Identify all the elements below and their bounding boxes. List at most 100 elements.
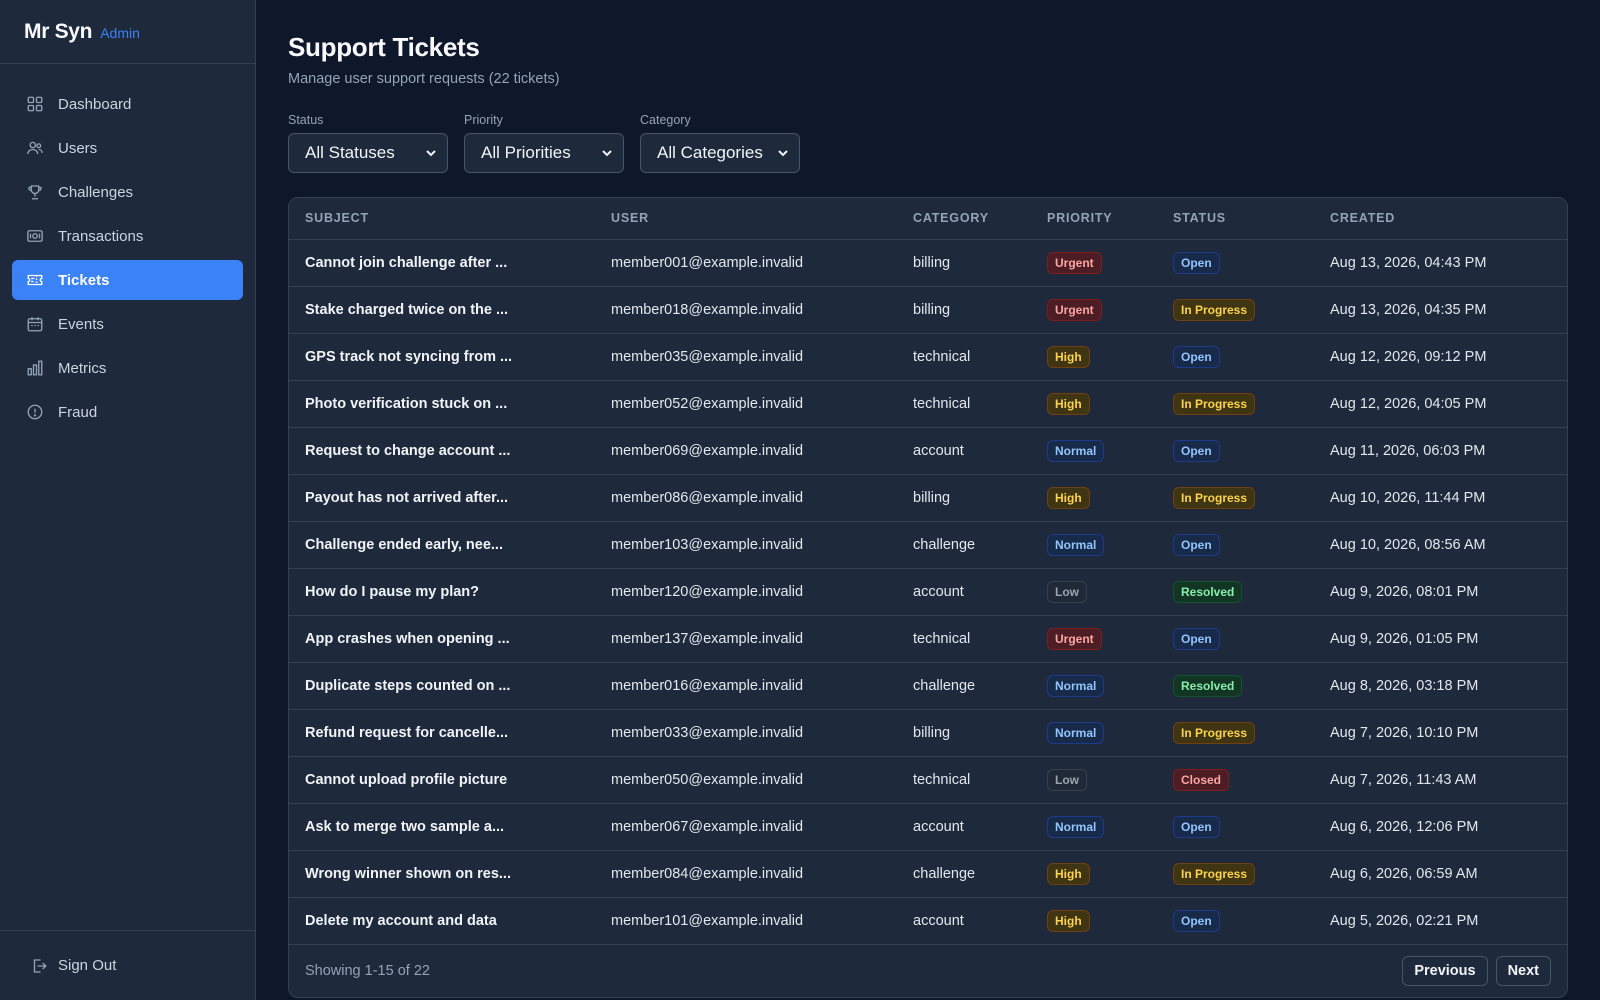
sidebar-item-challenges[interactable]: Challenges xyxy=(12,172,243,212)
priority-badge: High xyxy=(1047,392,1090,415)
ticket-subject: Payout has not arrived after... xyxy=(289,474,595,522)
column-header-status: STATUS xyxy=(1157,198,1314,240)
priority-badge: High xyxy=(1047,345,1090,368)
status-badge: In Progress xyxy=(1173,392,1256,415)
table-row[interactable]: Cannot join challenge after ... member001… xyxy=(289,239,1567,287)
ticket-created: Aug 7, 2026, 10:10 PM xyxy=(1314,709,1567,757)
alert-circle-icon xyxy=(27,404,43,420)
sidebar-item-tickets[interactable]: Tickets xyxy=(12,260,243,300)
table-row[interactable]: App crashes when opening ... member137@ex… xyxy=(289,615,1567,663)
ticket-user: member050@example.invalid xyxy=(595,756,897,804)
sidebar-item-events[interactable]: Events xyxy=(12,304,243,344)
ticket-status-cell: In Progress xyxy=(1157,474,1314,522)
ticket-category: billing xyxy=(897,239,1031,287)
ticket-priority-cell: High xyxy=(1031,380,1157,428)
table-row[interactable]: Stake charged twice on the ... member018@… xyxy=(289,286,1567,334)
priority-badge: Urgent xyxy=(1047,298,1102,321)
table-row[interactable]: Challenge ended early, nee... member103@e… xyxy=(289,521,1567,569)
chevron-down-icon xyxy=(426,150,436,157)
ticket-status-cell: Open xyxy=(1157,239,1314,287)
ticket-created: Aug 8, 2026, 03:18 PM xyxy=(1314,662,1567,710)
sidebar-item-label: Dashboard xyxy=(58,95,132,113)
ticket-category: billing xyxy=(897,474,1031,522)
page-title: Support Tickets xyxy=(288,32,480,62)
ticket-created: Aug 12, 2026, 09:12 PM xyxy=(1314,333,1567,381)
column-header-priority: PRIORITY xyxy=(1031,198,1157,240)
ticket-created: Aug 6, 2026, 12:06 PM xyxy=(1314,803,1567,851)
ticket-category: billing xyxy=(897,286,1031,334)
sidebar-item-transactions[interactable]: Transactions xyxy=(12,216,243,256)
sidebar-item-label: Challenges xyxy=(58,183,134,201)
ticket-status-cell: Closed xyxy=(1157,756,1314,804)
status-badge: In Progress xyxy=(1173,862,1256,885)
ticket-status-cell: Open xyxy=(1157,803,1314,851)
sign-out-icon xyxy=(33,958,47,973)
ticket-subject: How do I pause my plan? xyxy=(289,568,595,616)
sidebar-item-metrics[interactable]: Metrics xyxy=(12,348,243,388)
table-row[interactable]: Cannot upload profile picture member050@e… xyxy=(289,756,1567,804)
brand-name: Mr Syn xyxy=(24,19,93,43)
ticket-priority-cell: Normal xyxy=(1031,709,1157,757)
ticket-priority-cell: Normal xyxy=(1031,521,1157,569)
ticket-priority-cell: High xyxy=(1031,897,1157,945)
column-header-subject: SUBJECT xyxy=(289,198,595,240)
table-row[interactable]: How do I pause my plan? member120@example… xyxy=(289,568,1567,616)
table-row[interactable]: GPS track not syncing from ... member035@… xyxy=(289,333,1567,381)
ticket-priority-cell: Low xyxy=(1031,568,1157,616)
ticket-user: member016@example.invalid xyxy=(595,662,897,710)
ticket-status-cell: Open xyxy=(1157,427,1314,475)
ticket-priority-cell: Normal xyxy=(1031,803,1157,851)
sidebar-item-dashboard[interactable]: Dashboard xyxy=(12,84,243,124)
category-filter: Category All Categories xyxy=(640,113,800,173)
status-badge: Open xyxy=(1173,627,1220,650)
ticket-created: Aug 10, 2026, 08:56 AM xyxy=(1314,521,1567,569)
sidebar-item-label: Users xyxy=(58,139,98,157)
ticket-priority-cell: Low xyxy=(1031,756,1157,804)
ticket-created: Aug 10, 2026, 11:44 PM xyxy=(1314,474,1567,522)
brand-tag: Admin xyxy=(100,25,140,41)
tickets-table-card: SUBJECT USER CATEGORY PRIORITY STATUS CR… xyxy=(288,197,1568,998)
ticket-subject: Challenge ended early, nee... xyxy=(289,521,595,569)
ticket-status-cell: In Progress xyxy=(1157,286,1314,334)
priority-badge: High xyxy=(1047,862,1090,885)
ticket-category: account xyxy=(897,897,1031,945)
table-row[interactable]: Duplicate steps counted on ... member016@… xyxy=(289,662,1567,710)
category-select[interactable]: All Categories xyxy=(640,133,800,173)
table-row[interactable]: Request to change account ... member069@e… xyxy=(289,427,1567,475)
table-row[interactable]: Photo verification stuck on ... member052… xyxy=(289,380,1567,428)
sidebar-item-users[interactable]: Users xyxy=(12,128,243,168)
table-row[interactable]: Ask to merge two sample a... member067@ex… xyxy=(289,803,1567,851)
table-row[interactable]: Wrong winner shown on res... member084@ex… xyxy=(289,850,1567,898)
ticket-priority-cell: High xyxy=(1031,474,1157,522)
status-filter: Status All Statuses xyxy=(288,113,448,173)
next-page-button[interactable]: Next xyxy=(1495,955,1551,986)
sign-out-label: Sign Out xyxy=(58,957,117,974)
sign-out-button[interactable]: Sign Out xyxy=(12,946,116,986)
ticket-status-cell: Open xyxy=(1157,615,1314,663)
money-icon xyxy=(27,230,43,242)
brand: Mr Syn Admin xyxy=(0,0,255,64)
ticket-created: Aug 5, 2026, 02:21 PM xyxy=(1314,897,1567,945)
table-row[interactable]: Refund request for cancelle... member033@… xyxy=(289,709,1567,757)
ticket-user: member018@example.invalid xyxy=(595,286,897,334)
previous-page-button[interactable]: Previous xyxy=(1402,955,1488,986)
tickets-table: SUBJECT USER CATEGORY PRIORITY STATUS CR… xyxy=(289,198,1567,945)
category-filter-label: Category xyxy=(640,113,691,127)
chevron-down-icon xyxy=(602,150,612,157)
filter-bar: Status All Statuses Priority All Priorit… xyxy=(288,113,1568,173)
column-header-created: CREATED xyxy=(1314,198,1567,240)
ticket-priority-cell: Urgent xyxy=(1031,239,1157,287)
pagination: Showing 1-15 of 22 Previous Next xyxy=(289,945,1567,997)
status-select[interactable]: All Statuses xyxy=(288,133,448,173)
table-row[interactable]: Delete my account and data member101@exam… xyxy=(289,897,1567,945)
status-select-value: All Statuses xyxy=(305,143,395,162)
sidebar-footer: Sign Out xyxy=(0,930,255,1000)
status-badge: Open xyxy=(1173,439,1220,462)
main-content: Support Tickets Manage user support requ… xyxy=(256,0,1600,1000)
chevron-down-icon xyxy=(778,150,788,157)
priority-select[interactable]: All Priorities xyxy=(464,133,624,173)
sidebar-item-fraud[interactable]: Fraud xyxy=(12,392,243,432)
priority-badge: Normal xyxy=(1047,721,1105,744)
status-badge: Closed xyxy=(1173,768,1230,791)
table-row[interactable]: Payout has not arrived after... member086… xyxy=(289,474,1567,522)
